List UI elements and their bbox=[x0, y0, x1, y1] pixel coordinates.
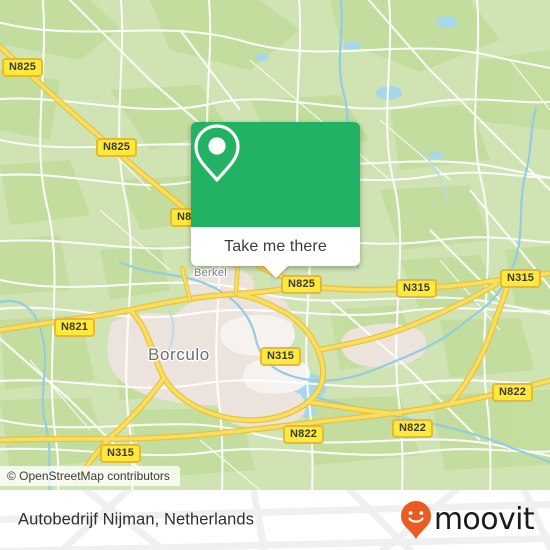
location-callout-card[interactable]: Take me there bbox=[191, 122, 360, 278]
moovit-smiley-pin-icon bbox=[400, 501, 431, 539]
road-shield-n315[interactable]: N315 bbox=[500, 269, 542, 288]
road-shield-n315[interactable]: N315 bbox=[100, 444, 142, 463]
callout-pointer-tail bbox=[262, 265, 289, 278]
place-label-berkel: Berkel bbox=[194, 267, 227, 279]
road-shield-n821[interactable]: N821 bbox=[54, 318, 96, 337]
bottom-info-bar: Autobedrijf Nijman, Netherlands moovit bbox=[0, 490, 550, 550]
place-label-borculo: Borculo bbox=[148, 345, 210, 364]
road-shield-n822[interactable]: N822 bbox=[392, 419, 434, 438]
location-pin-icon bbox=[194, 124, 240, 182]
callout-pin-area bbox=[191, 122, 360, 227]
location-title: Autobedrijf Nijman, Netherlands bbox=[18, 510, 255, 529]
road-shield-n822[interactable]: N822 bbox=[492, 383, 534, 402]
moovit-map-screen: Borculo Berkel N825 N825 N825 N825 N821 … bbox=[0, 0, 550, 550]
road-shield-n825[interactable]: N825 bbox=[96, 138, 138, 157]
map-canvas[interactable]: Borculo Berkel N825 N825 N825 N825 N821 … bbox=[0, 0, 550, 490]
moovit-brand[interactable]: moovit bbox=[400, 500, 535, 540]
road-shield-n825[interactable]: N825 bbox=[2, 58, 44, 77]
road-shield-n315[interactable]: N315 bbox=[396, 279, 438, 298]
map-attribution[interactable]: © OpenStreetMap contributors bbox=[0, 466, 180, 486]
road-shield-n315[interactable]: N315 bbox=[260, 347, 302, 366]
road-shield-n822[interactable]: N822 bbox=[283, 425, 325, 444]
take-me-there-button[interactable]: Take me there bbox=[191, 227, 360, 278]
moovit-wordmark: moovit bbox=[433, 502, 535, 537]
take-me-there-label: Take me there bbox=[224, 237, 327, 255]
